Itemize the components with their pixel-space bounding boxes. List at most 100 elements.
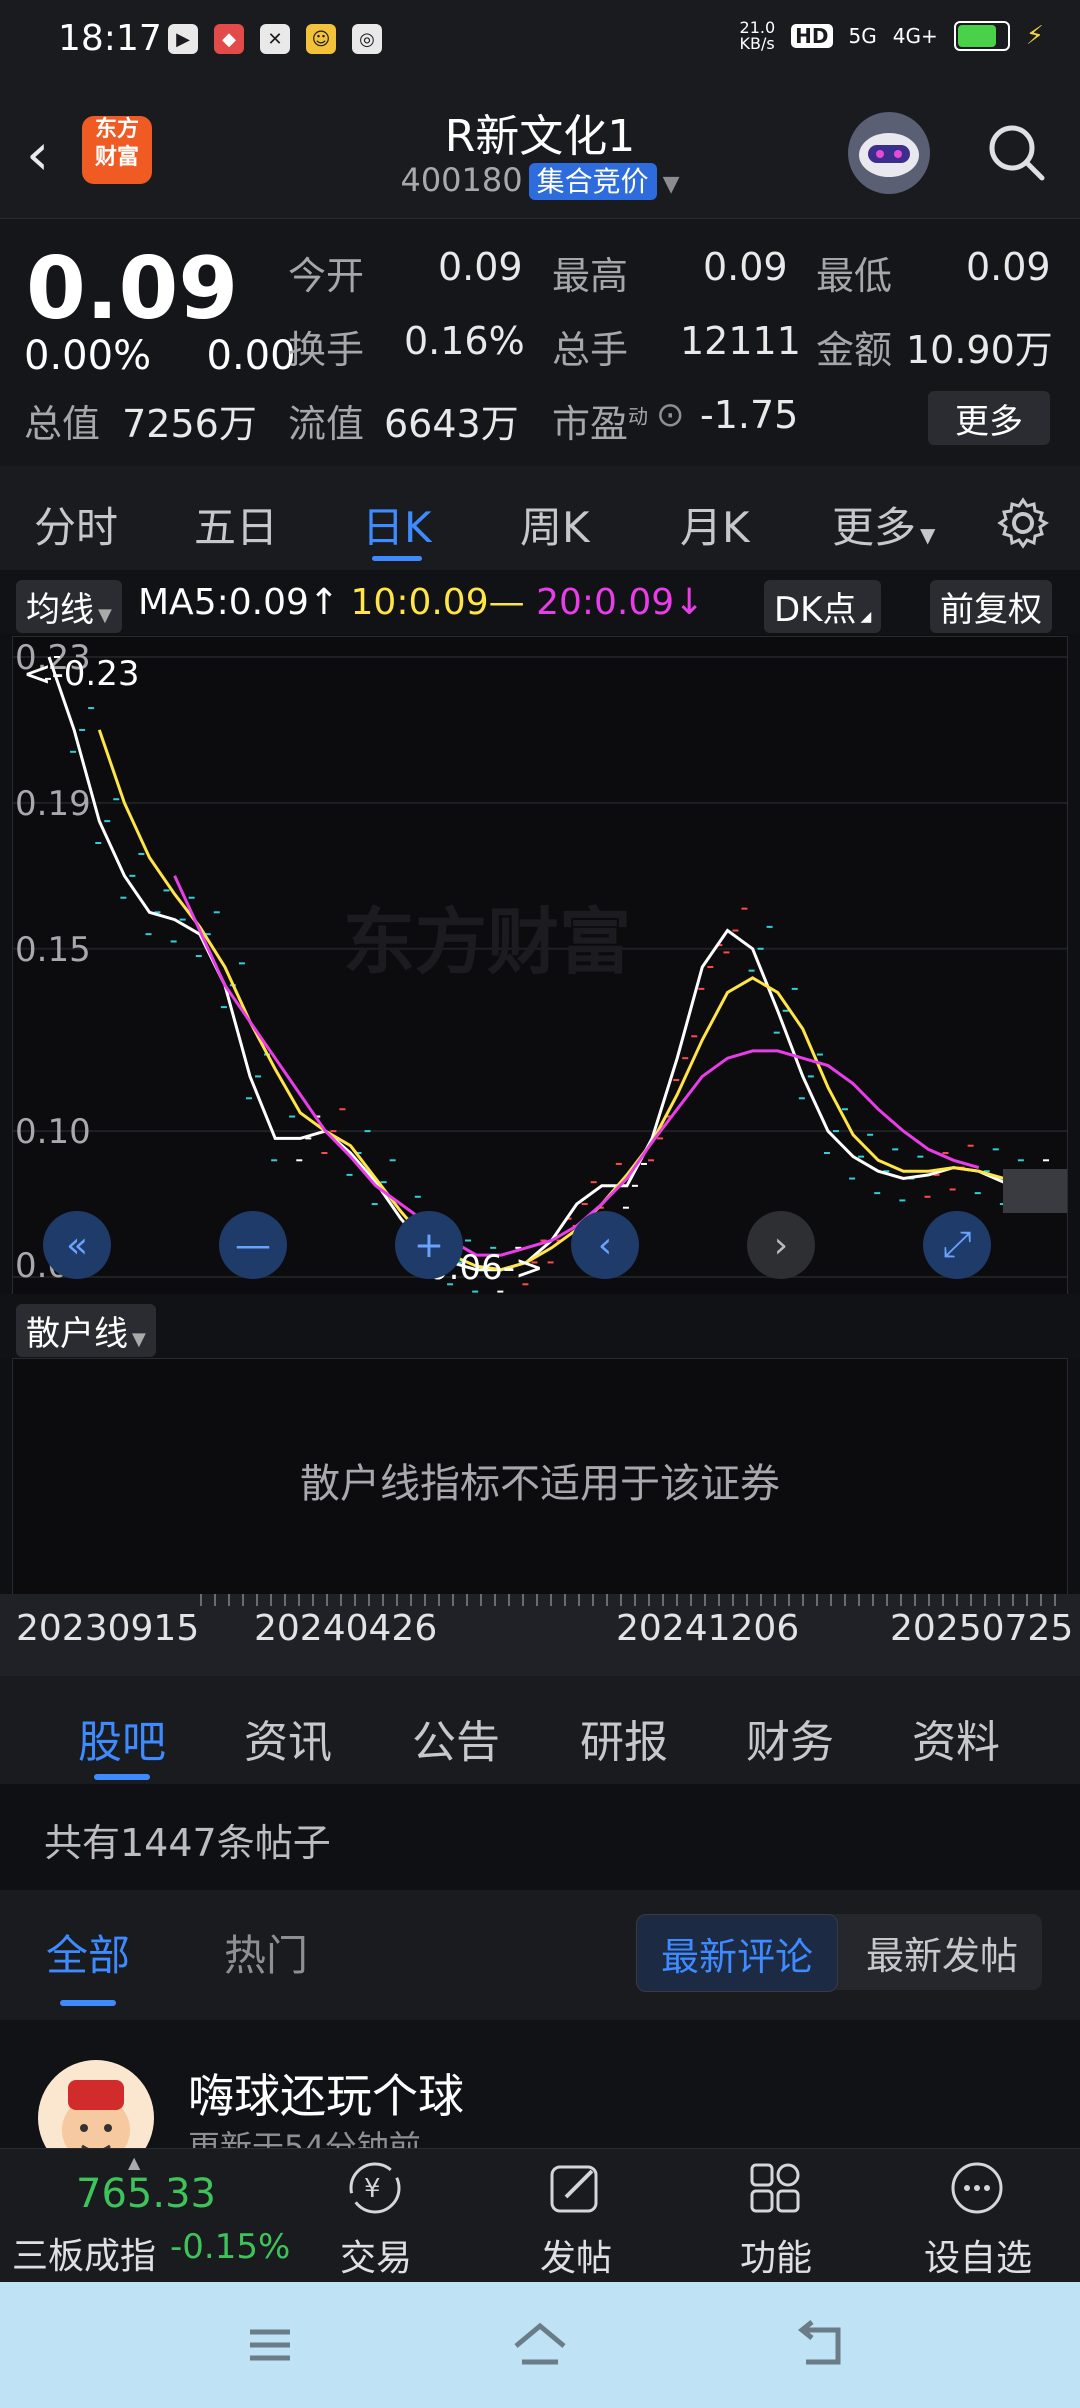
zoom-in-icon[interactable]: + [395,1211,463,1279]
date-label: 20241206 [616,1608,800,1649]
nav-post[interactable]: 发帖 [516,2149,636,2283]
scroll-left-fast-icon[interactable]: « [43,1211,111,1279]
scroll-right-icon[interactable]: › [747,1211,815,1279]
date-axis[interactable]: 20230915 20240426 20241206 20250725 [0,1594,1080,1676]
charging-icon: ⚡ [1025,21,1044,51]
adjust-button[interactable]: 前复权 [930,580,1052,633]
tab-guba[interactable]: 股吧 [78,1706,166,1780]
post-author: 嗨球还玩个球 [188,2069,464,2123]
signal-4g-icon: 4G+ [892,24,938,48]
tab-news[interactable]: 资讯 [244,1706,332,1770]
info-icon[interactable]: ⊙ [656,395,685,435]
svg-text:¥: ¥ [364,2174,381,2204]
chart-end-marker [1003,1169,1067,1213]
fullscreen-icon[interactable]: ⤢ [923,1211,991,1279]
chart-header: 均线 ▼ MA5:0.09↑ 10:0.09— 20:0.09↓ DK点 ◢ 前复权 [0,570,1080,634]
dk-point-button[interactable]: DK点 ◢ [764,580,882,633]
open-value: 0.09 [438,245,523,289]
tab-monthly-k[interactable]: 月K [680,494,750,555]
tab-five-day[interactable]: 五日 [194,494,278,555]
tab-daily-k[interactable]: 日K [362,494,432,561]
tab-all[interactable]: 全部 [46,1922,130,2006]
robot-assistant-icon[interactable] [848,112,930,194]
stock-code: 400180 [400,161,523,199]
low-label: 最低 [816,254,893,298]
content-tabs: 股吧 资讯 公告 研报 财务 资料 [0,1676,1080,1784]
trade-icon: ¥ [349,2162,401,2214]
series-line-ma10 [97,729,1030,1272]
date-label: 20240426 [254,1608,438,1649]
status-bar: 18:17 ▶ ◆ ✕ ☺ ◎ 21.0 KB/s HD 5G 4G+ ⚡ [0,0,1080,82]
tab-finance[interactable]: 财务 [746,1706,834,1770]
total-cap: 总值 7256万 [24,393,257,448]
scroll-left-icon[interactable]: ‹ [571,1211,639,1279]
menu-icon[interactable] [240,2318,300,2372]
indicator-select-retail[interactable]: 散户线 ▼ [16,1304,156,1357]
edit-icon [550,2165,598,2213]
pe-value: -1.75 [700,393,799,437]
tab-research[interactable]: 研报 [580,1706,668,1770]
search-icon[interactable] [986,122,1046,182]
change-line: 0.00% 0.00 [24,333,296,379]
bottom-bar: ▲ 765.33 三板成指 -0.15% ¥ 交易 发帖 功能 设自选 [0,2148,1080,2283]
change-value: 0.00 [206,333,296,379]
sort-toggle: 最新评论 最新发帖 [636,1914,1042,1992]
sort-latest-comment[interactable]: 最新评论 [636,1914,838,1992]
index-value[interactable]: 765.33 [76,2171,216,2217]
y-tick-label: 0.15 [15,930,91,970]
indicator-select[interactable]: 均线 ▼ [16,580,122,633]
amount-label: 金额 [816,328,893,372]
indicator-panel: 散户线指标不适用于该证券 [12,1358,1068,1596]
amount-value: 10.90万 [906,328,1053,372]
app-icon: ▶ [168,24,198,54]
date-label: 20250725 [890,1608,1074,1649]
nav-trade[interactable]: ¥ 交易 [316,2149,436,2283]
indicator-header: 散户线 ▼ [0,1294,1080,1358]
k-line-chart[interactable]: 东方财富 0.230.190.150.100.06 <-0.23 0.06-> … [12,634,1068,1296]
open-label: 今开 [288,254,365,298]
tab-minute[interactable]: 分时 [34,494,118,555]
nav-add-watchlist[interactable]: 设自选 [918,2149,1038,2283]
back-icon[interactable] [790,2318,850,2372]
turnover-value: 0.16% [404,319,525,363]
tab-profile[interactable]: 资料 [912,1706,1000,1770]
expand-caret-icon[interactable]: ▲ [128,2153,140,2172]
ma5-label: MA5:0.09 [138,582,309,623]
post-item[interactable]: 嗨球还玩个球 更新于54分钟前 [0,2020,1080,2176]
status-notification-icons: ▶ ◆ ✕ ☺ ◎ [168,24,382,54]
ma20-label: 20:0.09 [536,582,675,623]
post-count: 共有1447条帖子 [44,1821,331,1865]
nav-functions[interactable]: 功能 [716,2149,836,2283]
total-cap-value: 7256万 [122,402,257,446]
tab-hot[interactable]: 热门 [224,1922,308,1983]
settings-gear-icon[interactable] [996,496,1050,550]
home-icon[interactable] [510,2318,570,2372]
grid-icon [750,2163,800,2213]
float-value: 6643万 [384,402,519,446]
index-name[interactable]: 三板成指 [12,2227,156,2279]
ma-legend: MA5:0.09↑ 10:0.09— 20:0.09↓ [138,582,705,623]
sort-latest-post[interactable]: 最新发帖 [842,1914,1042,1990]
low-value: 0.09 [966,245,1051,289]
status-right: 21.0 KB/s HD 5G 4G+ ⚡ [740,20,1044,52]
zoom-out-icon[interactable]: — [219,1211,287,1279]
date-label: 20230915 [16,1608,200,1649]
app-icon: ✕ [260,24,290,54]
high-label: 最高 [552,254,629,298]
hd-icon: HD [791,24,833,48]
indicator-message: 散户线指标不适用于该证券 [300,1461,780,1507]
tab-weekly-k[interactable]: 周K [520,494,590,555]
last-price: 0.09 [26,239,239,339]
tab-announcements[interactable]: 公告 [412,1706,500,1770]
chart-svg: 东方财富 0.230.190.150.100.06 <-0.23 0.06-> [13,634,1067,1293]
more-button[interactable]: 更多 [928,391,1050,445]
tab-more[interactable]: 更多 ▼ [832,494,935,555]
post-filter-tabs: 全部 热门 最新评论 最新发帖 [0,1890,1080,2020]
app-icon: ☺ [306,24,336,54]
float-label: 流值 [288,402,365,446]
y-axis-ticks: 0.230.190.150.100.06 [15,638,91,1286]
volume-label: 总手 [552,328,629,372]
app-icon: ◎ [352,24,382,54]
change-pct: 0.00% [24,333,152,379]
net-speed: 21.0 KB/s [739,18,776,53]
